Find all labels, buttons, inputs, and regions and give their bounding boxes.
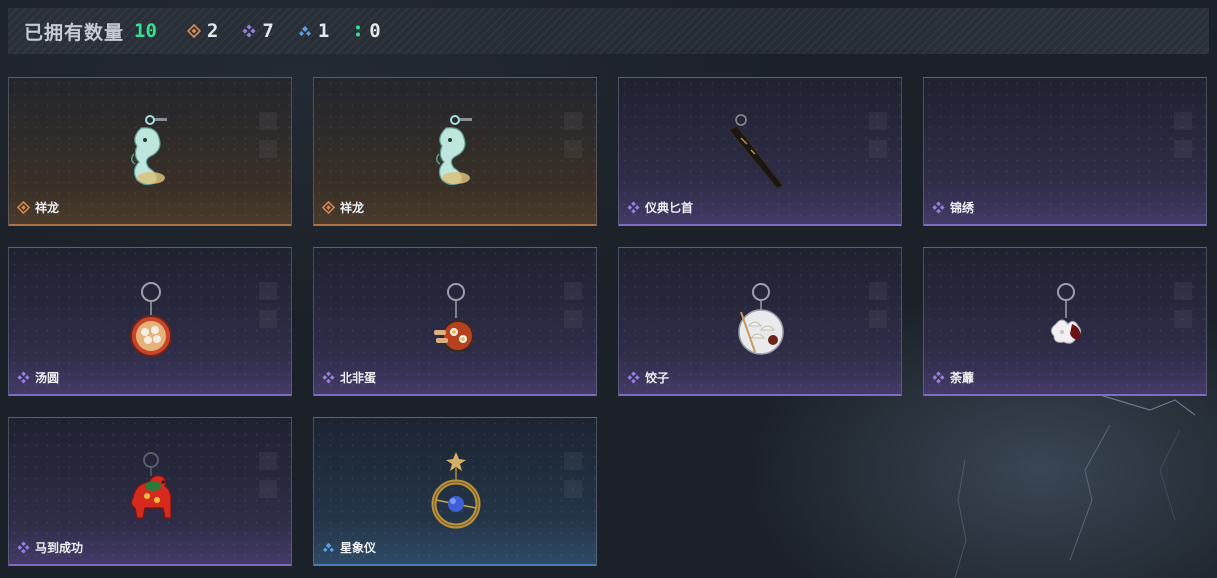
- astrolabe-charm-icon: [431, 452, 481, 529]
- purple-rarity-icon: [322, 371, 335, 384]
- owned-count-label: 已拥有数量: [24, 21, 125, 44]
- dragon-charm-icon: [436, 115, 472, 186]
- dragon-charm-icon: [131, 115, 167, 186]
- purple-rarity-icon: [627, 371, 640, 384]
- item-name: 星象仪: [340, 541, 377, 555]
- blue-diamond-icon: [298, 26, 311, 36]
- ceremonial-dagger-icon: [728, 114, 784, 189]
- item-name: 马到成功: [35, 541, 84, 555]
- stat-purple: 7: [242, 20, 274, 42]
- orange-rarity-icon: [322, 201, 335, 214]
- stat-orange: 2: [186, 20, 219, 42]
- orange-diamond-icon: [186, 24, 201, 38]
- collection-page: 已拥有数量 10 2 7 1 0 祥龙 祥龙 仪典匕首 锦绣 汤圆 北非蛋 饺子…: [0, 0, 1217, 578]
- dumpling-plate-charm-icon: [738, 283, 784, 355]
- blue-rarity-icon: [322, 542, 335, 553]
- item-name: 仪典匕首: [645, 201, 694, 215]
- red-horse-charm-icon: [130, 452, 172, 519]
- purple-diamond-icon: [242, 24, 256, 38]
- stat-purple-count: 7: [262, 20, 274, 42]
- item-card[interactable]: 锦绣: [923, 77, 1207, 226]
- shakshuka-pan-charm-icon: [434, 283, 474, 352]
- purple-rarity-icon: [627, 201, 640, 214]
- tangyuan-bowl-charm-icon: [130, 282, 172, 357]
- item-card[interactable]: 马到成功: [8, 417, 292, 566]
- item-card[interactable]: 仪典匕首: [618, 77, 902, 226]
- item-card[interactable]: 星象仪: [313, 417, 597, 566]
- item-name: 北非蛋: [340, 371, 377, 385]
- purple-rarity-icon: [932, 201, 945, 214]
- item-card[interactable]: 北非蛋: [313, 247, 597, 396]
- purple-rarity-icon: [932, 371, 945, 384]
- owned-summary-bar: 已拥有数量 10 2 7 1 0: [8, 8, 1209, 54]
- owned-count-value: 10: [134, 20, 157, 42]
- item-name: 祥龙: [340, 201, 365, 215]
- item-card[interactable]: 汤圆: [8, 247, 292, 396]
- item-card[interactable]: 荼蘼: [923, 247, 1207, 396]
- item-card[interactable]: 祥龙: [8, 77, 292, 226]
- item-card[interactable]: 饺子: [618, 247, 902, 396]
- stat-green: 0: [353, 20, 381, 42]
- item-name: 荼蘼: [950, 371, 975, 385]
- item-name: 祥龙: [35, 201, 60, 215]
- item-name: 汤圆: [35, 371, 60, 385]
- purple-rarity-icon: [17, 371, 30, 384]
- green-dots-icon: [356, 25, 361, 37]
- stat-green-count: 0: [369, 20, 381, 42]
- item-name: 饺子: [645, 371, 670, 385]
- item-name: 锦绣: [950, 201, 975, 215]
- item-card[interactable]: 祥龙: [313, 77, 597, 226]
- stat-blue-count: 1: [317, 20, 330, 42]
- flower-charm-icon: [1050, 283, 1082, 344]
- purple-rarity-icon: [17, 541, 30, 554]
- stat-blue: 1: [298, 20, 329, 42]
- orange-rarity-icon: [17, 201, 30, 214]
- stat-orange-count: 2: [206, 20, 219, 42]
